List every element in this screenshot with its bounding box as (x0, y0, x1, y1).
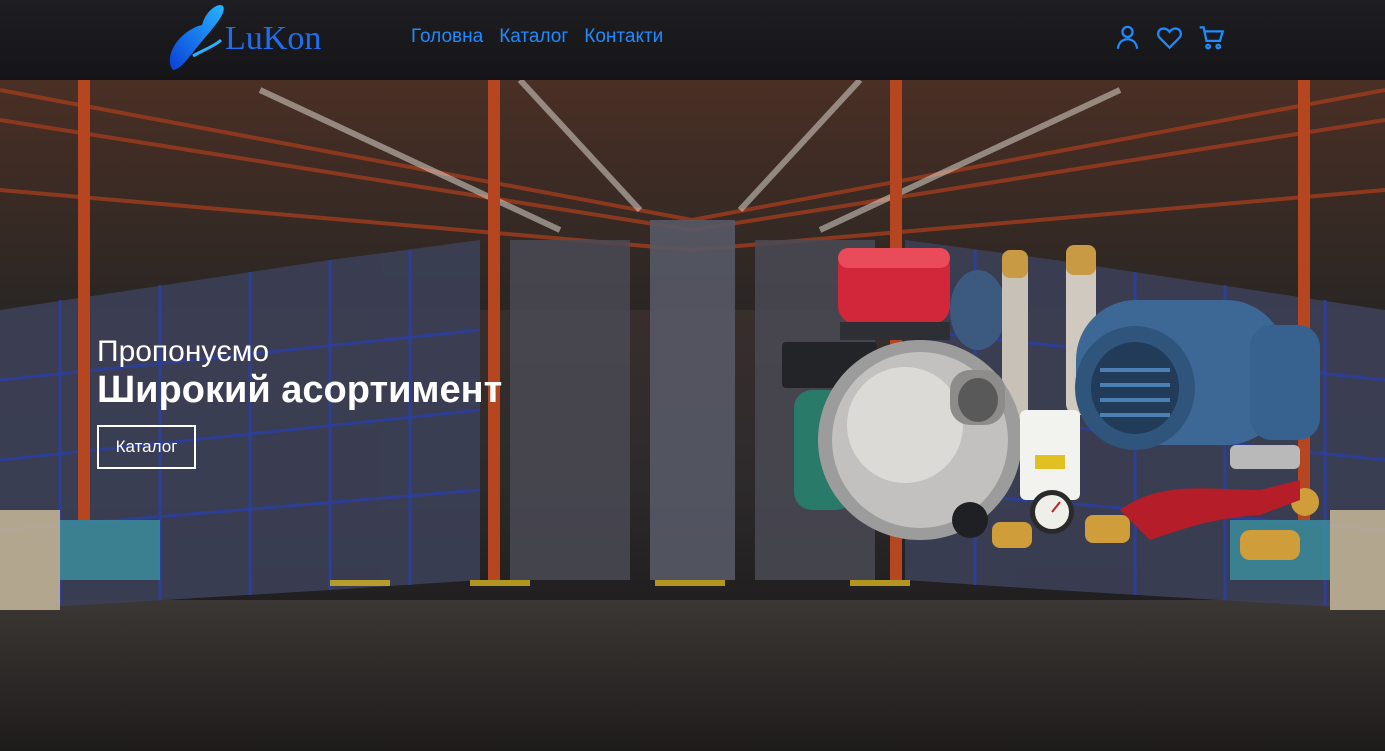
user-icon (1116, 25, 1138, 49)
hero-text-block: Пропонуємо Широкий асортимент (97, 335, 502, 411)
nav-link-contacts[interactable]: Контакти (584, 26, 663, 48)
pipe-cutter (1120, 445, 1300, 540)
nav-link-catalog[interactable]: Каталог (499, 26, 568, 48)
header-icons (1112, 22, 1226, 52)
heart-icon (1156, 26, 1182, 49)
hero-title: Широкий асортимент (97, 369, 503, 411)
main-nav: Головна Каталог Контакти (411, 26, 663, 48)
steel-pump (782, 340, 1022, 540)
blue-pump (1075, 300, 1320, 450)
site-header: LuKon Головна Каталог Контакти (0, 0, 1385, 80)
logo-text: LuKon (225, 20, 322, 57)
products-image (782, 245, 1320, 560)
hero-subtitle: Пропонуємо (97, 335, 270, 368)
hero-banner: Пропонуємо Широкий асортимент Каталог (0, 80, 1385, 751)
pressure-tank (838, 248, 950, 340)
logo-icon (169, 4, 224, 71)
catalog-button[interactable]: Каталог (97, 425, 196, 469)
cart-button[interactable] (1196, 22, 1226, 52)
cart-icon (1199, 25, 1224, 49)
nav-link-home[interactable]: Головна (411, 26, 483, 48)
logo[interactable]: LuKon (163, 0, 353, 78)
wishlist-button[interactable] (1154, 22, 1184, 52)
account-button[interactable] (1112, 22, 1142, 52)
